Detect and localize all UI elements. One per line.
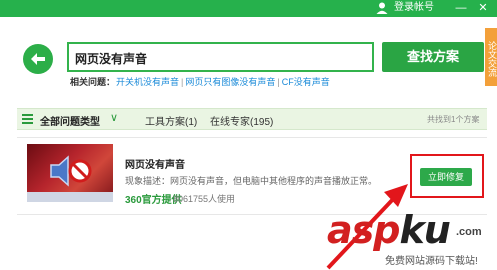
muted-speaker-icon (50, 155, 92, 187)
result-count: 共找到1个方案 (427, 115, 480, 124)
result-description: 现象描述：网页没有声音，但电脑中其他程序的声音播放正常。 (125, 176, 378, 186)
related-links: 开关机没有声音 | 网页只有图像没有声音 | CF没有声音 (116, 75, 330, 88)
thumbnail-taskbar (27, 192, 113, 202)
watermark-logo: aspku (327, 208, 451, 252)
watermark-tld: .com (456, 226, 482, 238)
close-button[interactable]: ✕ (475, 0, 491, 17)
back-button[interactable] (23, 44, 53, 74)
related-link[interactable]: CF没有声音 (282, 77, 330, 87)
user-icon[interactable] (375, 1, 389, 15)
result-users: 8061755人使用 (173, 194, 236, 204)
search-button[interactable]: 查找方案 (382, 42, 484, 72)
watermark-subtitle: 免费网站源码下载站! (385, 256, 478, 267)
fix-now-button[interactable]: 立即修复 (420, 168, 472, 186)
back-arrow-icon (31, 53, 45, 65)
chevron-down-icon[interactable]: ∨ (110, 111, 118, 124)
problem-type-dropdown[interactable]: 全部问题类型 (40, 113, 100, 128)
minimize-button[interactable]: — (453, 0, 469, 17)
login-link[interactable]: 登录帐号 (394, 2, 434, 14)
watermark-dark: ku (399, 208, 450, 252)
menu-icon (22, 114, 33, 124)
tab-tools[interactable]: 工具方案(1) (145, 113, 197, 128)
watermark-red: asp (327, 208, 400, 252)
search-input-value: 网页没有声音 (75, 52, 148, 66)
result-thumbnail (27, 144, 113, 202)
tab-experts[interactable]: 在线专家(195) (210, 113, 273, 128)
related-link[interactable]: 开关机没有声音 (116, 77, 179, 87)
side-feedback-tab[interactable]: 论文交流 (485, 28, 497, 86)
result-title[interactable]: 网页没有声音 (125, 156, 185, 171)
search-input[interactable]: 网页没有声音 (67, 42, 374, 72)
related-label: 相关问题： (70, 77, 116, 87)
related-link[interactable]: 网页只有图像没有声音 (185, 77, 275, 87)
filter-bar: 全部问题类型 ∨ 工具方案(1) 在线专家(195) 共找到1个方案 (17, 108, 487, 130)
